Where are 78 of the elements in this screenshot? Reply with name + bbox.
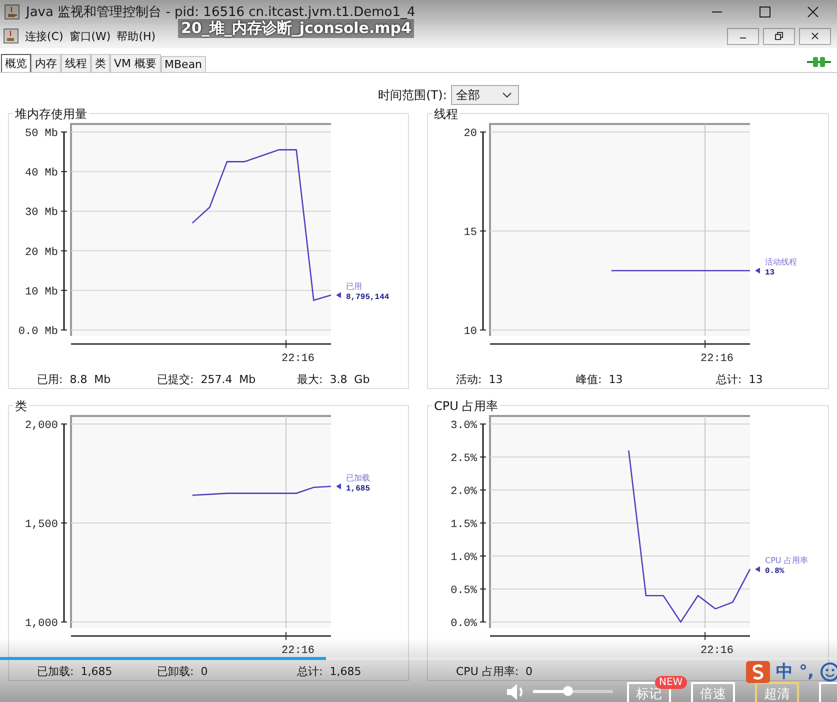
maximize-icon[interactable] <box>759 6 771 18</box>
x-tick-label: 22:16 <box>282 353 315 365</box>
legend-value: 13 <box>765 268 775 278</box>
legend-value: 0.8% <box>765 567 784 576</box>
y-tick-label: 20 <box>464 128 477 140</box>
close-button[interactable] <box>799 28 831 44</box>
stat-text: 总计: 13 <box>716 372 764 387</box>
java-cup-icon <box>4 4 20 20</box>
stat-text: CPU 占用率: 0 <box>456 664 534 679</box>
legend-label: 活动线程 <box>765 258 797 267</box>
y-tick-label: 1.5% <box>450 519 477 531</box>
close-icon <box>811 32 819 40</box>
pointer-icon <box>336 292 341 298</box>
y-tick-label: 10 <box>464 326 477 338</box>
y-tick-label: 40 Mb <box>24 168 58 180</box>
y-tick-label: 50 Mb <box>24 128 58 140</box>
time-range-dropdown[interactable]: 全部 <box>450 85 519 105</box>
menu-item[interactable]: 连接(C) <box>25 28 64 44</box>
panel-title: 堆内存使用量 <box>13 106 89 123</box>
legend-value: 8,795,144 <box>346 293 390 302</box>
pointer-icon <box>755 566 760 572</box>
tab[interactable]: MBean <box>160 56 206 72</box>
y-tick-label: 30 Mb <box>24 207 58 220</box>
restore-icon <box>775 32 783 40</box>
y-tick-label: 10 Mb <box>24 286 58 298</box>
connection-plug-icon <box>807 56 831 68</box>
menu-item[interactable]: 窗口(W) <box>69 28 111 44</box>
volume-thumb[interactable] <box>563 686 574 696</box>
y-tick-label: 1,000 <box>24 618 58 630</box>
stat-text: 最大: 3.8 Gb <box>297 372 371 387</box>
tab[interactable]: 类 <box>91 54 110 72</box>
video-title: 20_堆_内存诊断_jconsole.mp4 <box>178 19 414 38</box>
ime-mode-label[interactable]: 中 <box>776 660 793 683</box>
legend-label: 已加载 <box>346 473 370 482</box>
y-tick-label: 1,500 <box>24 519 58 531</box>
y-tick-label: 0.0 Mb <box>18 326 58 338</box>
legend-label: 已用 <box>346 282 362 292</box>
legend-label: CPU 占用率 <box>765 556 808 566</box>
y-tick-label: 0.5% <box>450 585 477 597</box>
stat-text: 已提交: 257.4 Mb <box>157 372 257 387</box>
stat-text: 已用: 8.8 Mb <box>37 372 112 387</box>
time-range-label: 时间范围(T): <box>378 86 447 104</box>
y-tick-label: 3.0% <box>450 420 477 432</box>
new-badge: NEW <box>655 676 687 689</box>
stat-text: 已加载: 1,685 <box>37 664 114 679</box>
x-tick-label: 22:16 <box>282 645 315 657</box>
y-tick-label: 20 Mb <box>24 246 58 259</box>
y-tick-label: 2,000 <box>24 420 58 432</box>
smiley-icon[interactable] <box>820 662 837 682</box>
player-button[interactable] <box>819 682 837 702</box>
panel-title: 类 <box>13 398 29 415</box>
tab[interactable]: 线程 <box>61 54 91 72</box>
tab[interactable]: VM 概要 <box>110 54 161 72</box>
x-tick-label: 22:16 <box>700 353 734 365</box>
y-tick-label: 0.0% <box>450 618 477 630</box>
menu-item[interactable]: 帮助(H) <box>116 28 156 44</box>
progress-track[interactable] <box>0 657 837 660</box>
pointer-icon <box>755 268 760 274</box>
tab[interactable]: 内存 <box>31 54 61 72</box>
y-tick-label: 15 <box>464 227 477 239</box>
close-icon[interactable] <box>807 6 819 18</box>
stat-text: 活动: 13 <box>456 372 504 387</box>
y-tick-label: 2.5% <box>450 453 477 465</box>
stat-text: 总计: 1,685 <box>297 664 362 679</box>
ime-logo-icon <box>746 660 770 682</box>
restore-button[interactable] <box>763 28 795 44</box>
window-title: Java 监视和管理控制台 - pid: 16516 cn.itcast.jvm.t1.Demo1_4 <box>26 4 416 20</box>
y-tick-label: 2.0% <box>450 486 477 498</box>
stat-text: 峰值: 13 <box>576 372 624 387</box>
ime-punctuation-label[interactable]: °, <box>799 662 814 682</box>
x-tick-label: 22:16 <box>700 645 734 657</box>
legend-value: 1,685 <box>346 484 370 494</box>
java-cup-icon <box>3 28 19 44</box>
chevron-down-icon <box>502 92 512 98</box>
y-tick-label: 1.0% <box>450 552 477 564</box>
pointer-icon <box>336 483 341 490</box>
tab[interactable]: 概览 <box>1 54 31 72</box>
stat-text: 已卸载: 0 <box>157 664 209 679</box>
